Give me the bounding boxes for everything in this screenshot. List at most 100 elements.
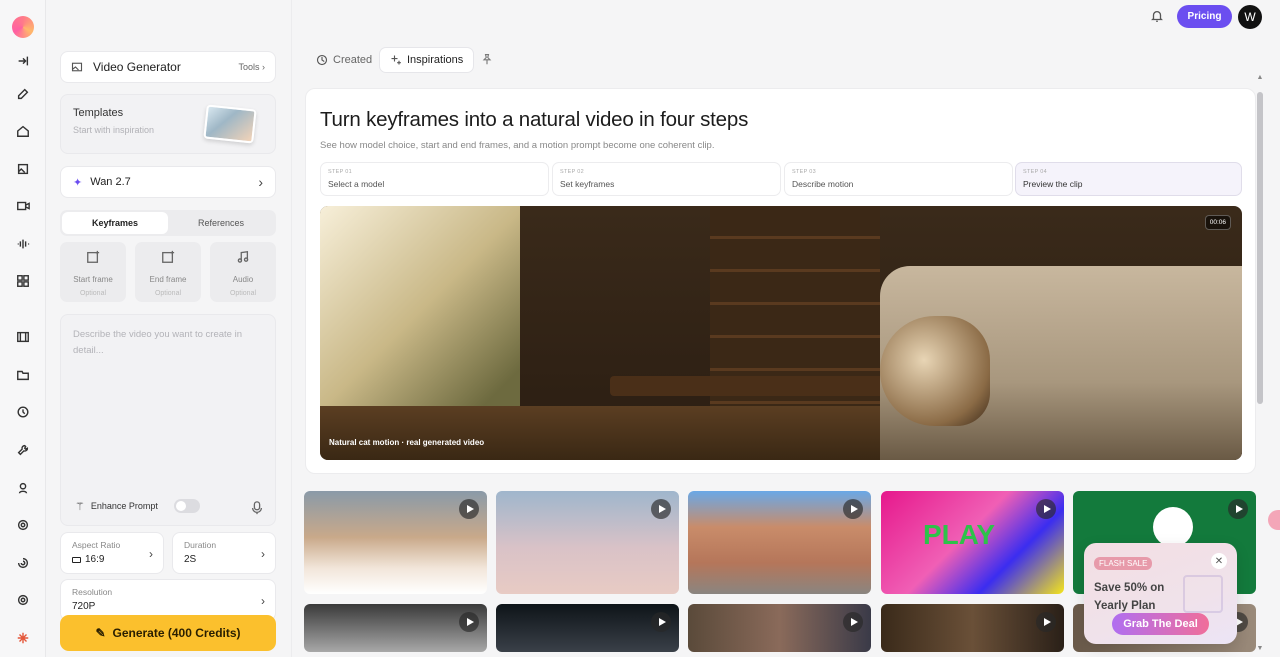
add-image-icon bbox=[162, 250, 175, 263]
music-note-icon bbox=[237, 250, 249, 263]
tab-references[interactable]: References bbox=[168, 212, 274, 234]
hero-subtitle: See how model choice, start and end fram… bbox=[320, 140, 715, 151]
icon-rail bbox=[0, 0, 46, 657]
inspiration-thumb-9[interactable] bbox=[881, 604, 1064, 652]
end-frame-label: End frame bbox=[149, 275, 187, 284]
model-name: Wan 2.7 bbox=[90, 176, 131, 188]
aspect-ratio-value: 16:9 bbox=[85, 554, 105, 565]
inspiration-thumb-2[interactable] bbox=[496, 491, 679, 594]
tab-inspirations-label: Inspirations bbox=[407, 54, 464, 66]
app-logo[interactable] bbox=[12, 16, 34, 38]
side-widget-tab[interactable] bbox=[1268, 510, 1280, 530]
inspiration-thumb-4[interactable]: PLAY bbox=[881, 491, 1064, 594]
tab-created[interactable]: Created bbox=[306, 47, 382, 73]
history-icon[interactable] bbox=[0, 401, 46, 423]
grid-icon[interactable] bbox=[0, 270, 46, 292]
step-4-label: Preview the clip bbox=[1023, 179, 1083, 189]
hero-title: Turn keyframes into a natural video in f… bbox=[320, 108, 749, 131]
gallery-icon[interactable] bbox=[0, 158, 46, 180]
inspiration-thumb-3[interactable] bbox=[688, 491, 871, 594]
grab-deal-button[interactable]: Grab The Deal bbox=[1112, 613, 1209, 635]
duration-label: Duration bbox=[184, 540, 217, 550]
wrench-icon[interactable] bbox=[0, 439, 46, 461]
play-icon[interactable] bbox=[843, 612, 863, 632]
sparkle-icon[interactable] bbox=[0, 627, 46, 649]
step-4[interactable]: STEP 04 Preview the clip bbox=[1015, 162, 1242, 196]
model-selector[interactable]: ✦ Wan 2.7 › bbox=[60, 166, 276, 198]
close-icon[interactable]: ✕ bbox=[1211, 553, 1227, 569]
step-1[interactable]: STEP 01 Select a model bbox=[320, 162, 549, 196]
tab-inspirations[interactable]: Inspirations bbox=[379, 47, 475, 73]
play-icon[interactable] bbox=[459, 499, 479, 519]
inspiration-thumb-7[interactable] bbox=[496, 604, 679, 652]
collapse-icon[interactable] bbox=[0, 50, 46, 72]
user-avatar[interactable]: W bbox=[1238, 5, 1262, 29]
play-icon[interactable] bbox=[651, 499, 671, 519]
enhance-prompt-toggle[interactable] bbox=[173, 499, 200, 513]
coffee-table bbox=[610, 376, 910, 396]
pricing-button[interactable]: Pricing bbox=[1177, 5, 1232, 28]
scrollbar[interactable]: ▲ ▼ bbox=[1256, 74, 1264, 652]
audio-wave-icon[interactable] bbox=[0, 233, 46, 255]
chevron-right-icon: › bbox=[258, 174, 263, 190]
scrollbar-thumb[interactable] bbox=[1257, 92, 1263, 404]
play-icon[interactable] bbox=[651, 612, 671, 632]
start-frame-slot[interactable]: Start frame Optional bbox=[60, 242, 126, 302]
step-3-label: Describe motion bbox=[792, 179, 854, 189]
inspiration-thumb-6[interactable] bbox=[304, 604, 487, 652]
step-2-number: STEP 02 bbox=[560, 169, 585, 175]
step-1-number: STEP 01 bbox=[328, 169, 353, 175]
prompt-input[interactable]: Describe the video you want to create in… bbox=[60, 314, 276, 526]
step-3[interactable]: STEP 03 Describe motion bbox=[784, 162, 1013, 196]
clock-icon bbox=[316, 54, 328, 66]
generator-title: Video Generator bbox=[93, 60, 181, 74]
aspect-ratio-selector[interactable]: Aspect Ratio 16:9 › bbox=[60, 532, 164, 574]
thumb-figure bbox=[1153, 507, 1193, 547]
film-icon[interactable] bbox=[0, 326, 46, 348]
audio-optional: Optional bbox=[229, 290, 257, 297]
start-frame-label: Start frame bbox=[73, 275, 113, 284]
edit-icon[interactable] bbox=[0, 83, 46, 105]
scroll-down-icon[interactable]: ▼ bbox=[1256, 645, 1264, 652]
openai-icon[interactable] bbox=[0, 514, 46, 536]
play-icon[interactable] bbox=[459, 612, 479, 632]
wan-logo-icon: ✦ bbox=[73, 176, 83, 189]
video-icon[interactable] bbox=[0, 195, 46, 217]
inspiration-thumb-1[interactable] bbox=[304, 491, 487, 594]
folder-icon[interactable] bbox=[0, 364, 46, 386]
resolution-value: 720P bbox=[72, 601, 96, 612]
flash-sale-badge: FLASH SALE bbox=[1094, 557, 1153, 570]
thumb-play-text: PLAY bbox=[923, 519, 996, 550]
scroll-up-icon[interactable]: ▲ bbox=[1256, 74, 1264, 81]
play-icon[interactable] bbox=[843, 499, 863, 519]
generate-button[interactable]: ✎ Generate (400 Credits) bbox=[60, 615, 276, 651]
tools-link[interactable]: Tools › bbox=[238, 62, 265, 72]
magic-wand-icon: ⚚ bbox=[75, 500, 85, 513]
tab-created-label: Created bbox=[333, 54, 373, 66]
preview-video[interactable]: 00:06 Natural cat motion · real generate… bbox=[320, 206, 1242, 460]
audio-label: Audio bbox=[232, 275, 254, 284]
step-2[interactable]: STEP 02 Set keyframes bbox=[552, 162, 781, 196]
inspiration-thumb-8[interactable] bbox=[688, 604, 871, 652]
video-timestamp: 00:06 bbox=[1204, 215, 1231, 230]
spiral-icon[interactable] bbox=[0, 552, 46, 574]
duration-selector[interactable]: Duration 2S › bbox=[172, 532, 276, 574]
settings-icon[interactable] bbox=[0, 589, 46, 611]
input-mode-tabs: Keyframes References bbox=[60, 210, 276, 236]
video-generator-selector[interactable]: Video Generator Tools › bbox=[60, 51, 276, 83]
microphone-icon[interactable] bbox=[251, 501, 263, 515]
add-image-icon bbox=[87, 250, 100, 263]
play-icon[interactable] bbox=[1228, 499, 1248, 519]
bell-icon[interactable] bbox=[1150, 9, 1164, 23]
tab-keyframes[interactable]: Keyframes bbox=[62, 212, 168, 234]
home-icon[interactable] bbox=[0, 120, 46, 142]
end-frame-slot[interactable]: End frame Optional bbox=[135, 242, 201, 302]
play-icon[interactable] bbox=[1036, 499, 1056, 519]
avatar-icon[interactable] bbox=[0, 477, 46, 499]
enhance-prompt[interactable]: ⚚ Enhance Prompt bbox=[75, 499, 200, 513]
pin-icon[interactable] bbox=[481, 53, 493, 65]
audio-slot[interactable]: Audio Optional bbox=[210, 242, 276, 302]
prompt-placeholder: Describe the video you want to create in… bbox=[73, 329, 242, 356]
play-icon[interactable] bbox=[1036, 612, 1056, 632]
templates-card[interactable]: Templates Start with inspiration bbox=[60, 94, 276, 154]
